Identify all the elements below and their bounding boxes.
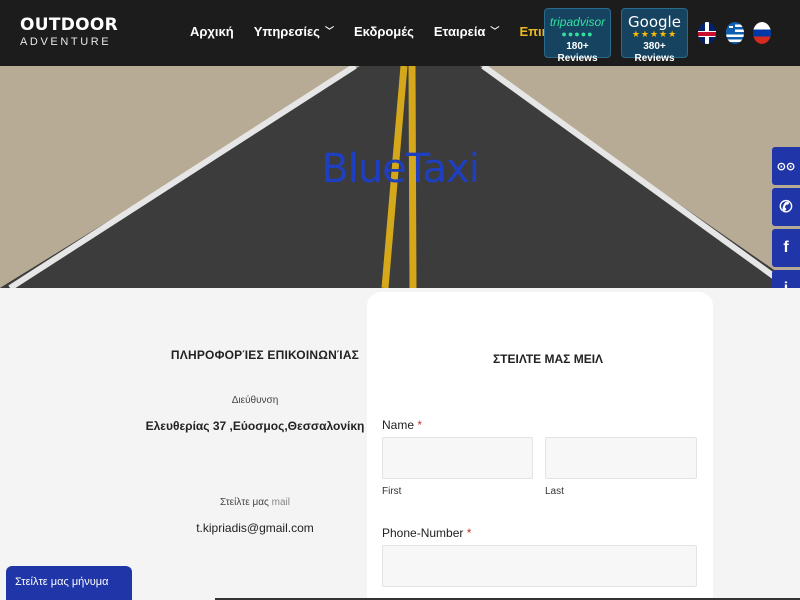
- phone-icon[interactable]: ✆: [772, 188, 800, 226]
- google-badge[interactable]: Google ★★★★★ 380+ Reviews: [621, 8, 688, 64]
- contact-form: ΣΤΕΙΛΤΕ ΜΑΣ ΜΕΙΛ Name * First Last Phone…: [367, 292, 713, 600]
- first-name-label: First: [382, 486, 402, 497]
- last-name-input[interactable]: [545, 437, 697, 479]
- address-label: Διεύθυνση: [231, 395, 279, 406]
- last-name-label: Last: [545, 486, 564, 497]
- page-title: BlueTaxi: [321, 146, 480, 192]
- russia-flag-icon[interactable]: [753, 22, 771, 44]
- logo-text-top: OUTDOOR: [20, 15, 119, 35]
- phone-field-label: Phone-Number *: [382, 526, 472, 540]
- tripadvisor-icon[interactable]: ⊙⊙: [772, 147, 800, 185]
- tripadvisor-logo-text: tripadvisor: [549, 15, 606, 29]
- chevron-down-icon: ﹀: [490, 26, 500, 36]
- address-value: Ελευθερίας 37 ,Εύοσμος,Θεσσαλονίκη: [145, 419, 365, 433]
- rating-dots: ●●●●●: [561, 29, 594, 39]
- greece-flag-icon[interactable]: [726, 22, 744, 44]
- uk-flag-icon[interactable]: [698, 22, 716, 44]
- nav-item-label: Εταιρεία: [433, 24, 486, 39]
- facebook-icon[interactable]: f: [772, 229, 800, 267]
- email-link[interactable]: t.kipriadis@gmail.com: [130, 521, 380, 535]
- mail-label: Στείλτε μας mail: [130, 497, 380, 508]
- required-mark: *: [417, 418, 423, 432]
- tripadvisor-reviews-count: 180+ Reviews: [557, 41, 598, 64]
- send-message-button[interactable]: Στείλτε μας μήνυμα: [6, 566, 132, 600]
- contact-section: ΠΛΗΡΟΦΟΡΊΕΣ ΕΠΙΚΟΙΝΩΝΊΑΣ Διεύθυνση Ελευθ…: [0, 288, 800, 600]
- phone-number-input[interactable]: [382, 545, 697, 587]
- logo-text-bottom: ADVENTURE: [20, 36, 112, 48]
- nav-item-services[interactable]: Υπηρεσίες ﹀: [254, 24, 334, 39]
- chevron-down-icon: ﹀: [324, 26, 334, 36]
- first-name-input[interactable]: [382, 437, 533, 479]
- google-logo-text: Google: [628, 13, 681, 31]
- nav-item-label: Εκδρομές: [353, 24, 414, 39]
- name-field-label: Name *: [382, 418, 423, 432]
- contact-info-title: ΠΛΗΡΟΦΟΡΊΕΣ ΕΠΙΚΟΙΝΩΝΊΑΣ: [170, 348, 360, 362]
- nav-item-excursions[interactable]: Εκδρομές: [354, 24, 414, 39]
- contact-info: ΠΛΗΡΟΦΟΡΊΕΣ ΕΠΙΚΟΙΝΩΝΊΑΣ Διεύθυνση Ελευθ…: [130, 348, 380, 535]
- required-mark: *: [466, 526, 472, 540]
- site-logo[interactable]: OUTDOOR ADVENTURE: [20, 15, 118, 49]
- mail-label-word: mail: [271, 497, 290, 508]
- hero-banner: BlueTaxi: [0, 66, 800, 288]
- nav-item-label: Υπηρεσίες: [253, 24, 320, 39]
- nav-item-home[interactable]: Αρχική: [190, 24, 234, 39]
- form-title: ΣΤΕΙΛΤΕ ΜΑΣ ΜΕΙΛ: [492, 352, 604, 366]
- site-header: OUTDOOR ADVENTURE Αρχική Υπηρεσίες ﹀ Εκδ…: [0, 0, 800, 66]
- google-reviews-count: 380+ Reviews: [634, 41, 675, 64]
- tripadvisor-badge[interactable]: tripadvisor ●●●●● 180+ Reviews: [544, 8, 611, 64]
- mail-label-prefix: Στείλτε μας: [219, 497, 269, 508]
- nav-item-company[interactable]: Εταιρεία ﹀: [434, 24, 500, 39]
- nav-item-label: Αρχική: [190, 24, 234, 39]
